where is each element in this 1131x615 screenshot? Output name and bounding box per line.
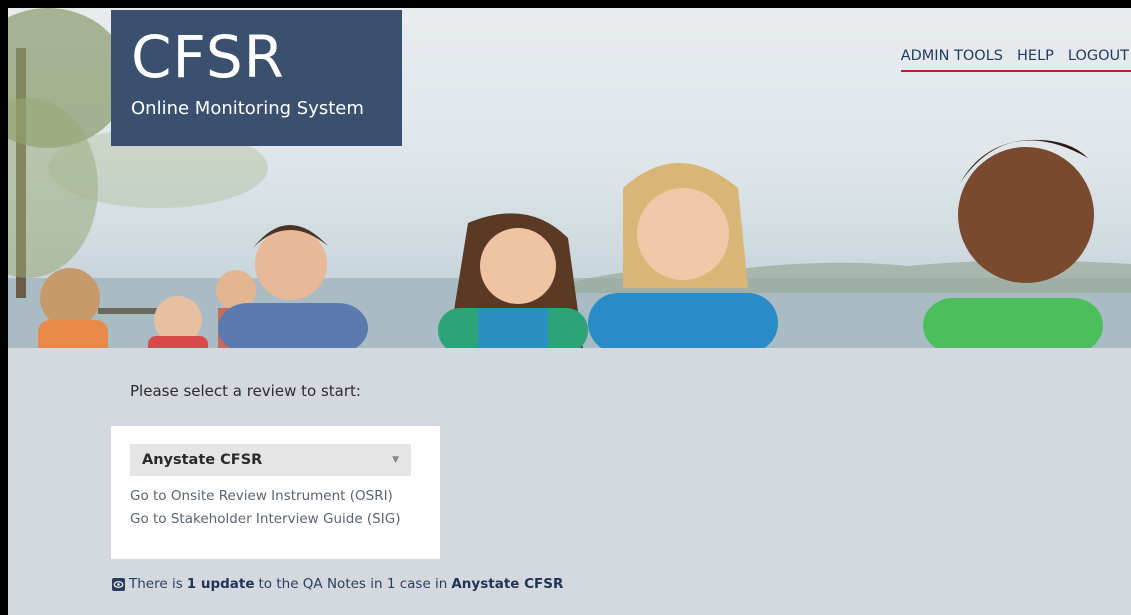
nav-admin-tools[interactable]: ADMIN TOOLS [901, 48, 1003, 64]
review-select-value: Anystate CFSR [142, 452, 263, 468]
notice-prefix: There is [129, 576, 183, 592]
review-select[interactable]: Anystate CFSR ▼ [130, 444, 411, 476]
nav-help[interactable]: HELP [1017, 48, 1054, 64]
nav-logout[interactable]: LOGOUT [1068, 48, 1129, 64]
app-frame: CFSR Online Monitoring System ADMIN TOOL… [8, 8, 1131, 615]
top-navigation: ADMIN TOOLS HELP LOGOUT [900, 48, 1131, 72]
chevron-down-icon: ▼ [392, 455, 399, 465]
osri-link[interactable]: Go to Onsite Review Instrument (OSRI) [130, 488, 440, 504]
qa-notes-notice: There is 1 update to the QA Notes in 1 c… [112, 576, 563, 592]
eye-icon[interactable] [112, 577, 125, 591]
brand-subtitle: Online Monitoring System [131, 98, 364, 119]
review-prompt: Please select a review to start: [130, 382, 361, 400]
brand-title: CFSR [131, 23, 285, 91]
notice-count[interactable]: 1 update [187, 576, 255, 592]
brand-block[interactable]: CFSR Online Monitoring System [111, 10, 402, 146]
hero-banner: CFSR Online Monitoring System ADMIN TOOL… [8, 8, 1131, 348]
review-card: Anystate CFSR ▼ Go to Onsite Review Inst… [111, 426, 440, 559]
sig-link[interactable]: Go to Stakeholder Interview Guide (SIG) [130, 511, 440, 527]
notice-review[interactable]: Anystate CFSR [451, 576, 563, 592]
notice-middle: to the QA Notes in 1 case in [258, 576, 448, 592]
